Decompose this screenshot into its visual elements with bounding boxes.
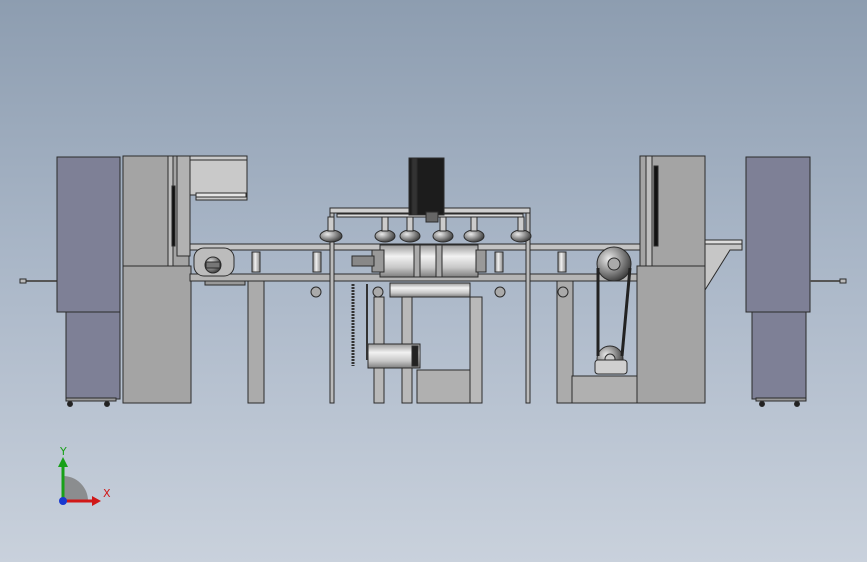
- y-axis-label: Y: [59, 445, 67, 458]
- central-drum: [351, 244, 487, 298]
- left-outer-cabinet: [19, 156, 121, 407]
- x-axis-label: X: [103, 487, 111, 500]
- axis-triad: Y X: [58, 445, 111, 506]
- z-axis-dot: [59, 497, 67, 505]
- right-belt-drive: [594, 246, 632, 375]
- machine-assembly-drawing: Y X: [19, 155, 847, 506]
- left-drive-pulley: [193, 247, 235, 277]
- right-outer-cabinet: [745, 156, 847, 407]
- cad-viewport[interactable]: Y X: [0, 0, 867, 562]
- lower-gearbox: [351, 284, 483, 404]
- drive-motor: [408, 157, 445, 223]
